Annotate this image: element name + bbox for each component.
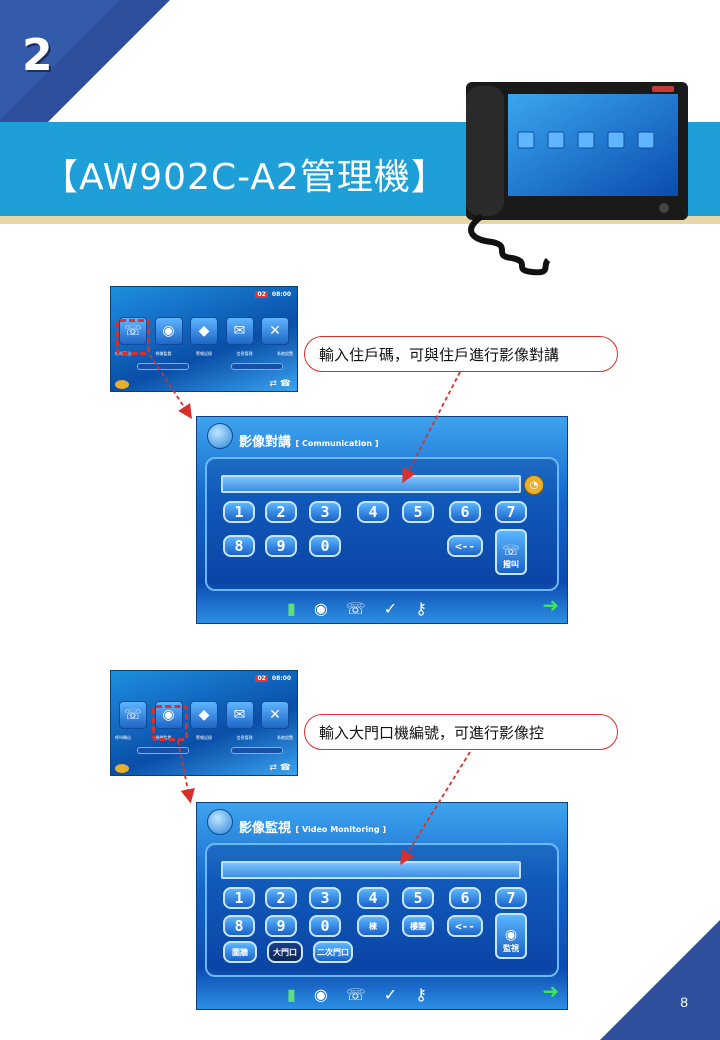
arrow-to-room-input bbox=[402, 371, 461, 484]
manual-page: 2 【AW902C-A2管理機】 02 08:00 ☏ ◉ ◆ ✉ ✕ 呼叫轉出… bbox=[0, 0, 720, 1040]
page-number: 8 bbox=[680, 994, 688, 1010]
arrow-to-intercom-screen bbox=[149, 354, 192, 420]
pointer-arrows bbox=[149, 354, 471, 866]
corner-decoration-bottom-right bbox=[600, 920, 720, 1040]
arrow-to-monitoring-screen bbox=[177, 740, 195, 804]
arrow-to-gate-input bbox=[400, 751, 471, 866]
